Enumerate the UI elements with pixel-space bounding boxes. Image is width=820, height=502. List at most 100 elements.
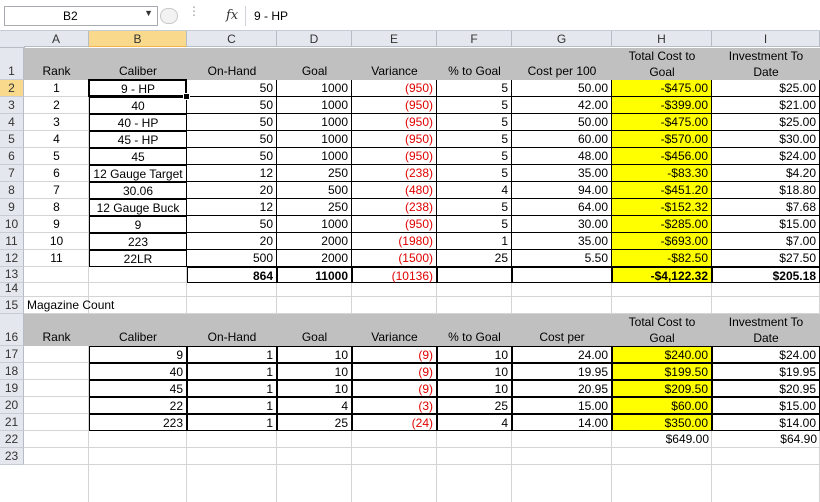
column-header-i[interactable]: I [712,31,820,47]
magazine-total-cost-cell[interactable]: $649.00 [612,431,712,448]
total-cost-cell[interactable]: $199.50 [612,363,712,380]
investment-cell[interactable]: $19.95 [712,363,820,380]
header-cost[interactable]: Cost per 100 [512,48,612,80]
row-header-21[interactable]: 21 [0,414,24,431]
row-header-17[interactable]: 17 [0,346,24,363]
goal-cell[interactable]: 250 [277,199,352,216]
row-header-19[interactable]: 19 [0,380,24,397]
onhand-cell[interactable]: 1 [187,363,277,380]
total-cost-cell[interactable]: $60.00 [612,397,712,414]
cost-cell[interactable]: 50.00 [512,114,612,131]
investment-cell[interactable]: $24.00 [712,346,820,363]
pct-cell[interactable]: 5 [437,148,512,165]
caliber-cell[interactable]: 22LR [89,250,187,267]
select-all-corner[interactable] [0,31,25,48]
header-rank[interactable]: Rank [24,314,89,346]
total-cost-cell[interactable]: -$475.00 [612,80,712,97]
total-cost-cell[interactable]: $350.00 [612,414,712,431]
caliber-cell[interactable]: 22 [89,397,187,414]
variance-cell[interactable]: (950) [352,131,437,148]
cost-cell[interactable]: 14.00 [512,414,612,431]
caliber-cell[interactable]: 9 - HP [89,80,187,97]
cost-cell[interactable]: 24.00 [512,346,612,363]
total-cost-cell[interactable]: $240.00 [612,346,712,363]
pct-cell[interactable]: 5 [437,216,512,233]
rank-cell[interactable]: 1 [24,80,89,97]
rank-cell[interactable]: 8 [24,199,89,216]
cost-cell[interactable]: 60.00 [512,131,612,148]
caliber-cell[interactable]: 223 [89,414,187,431]
investment-cell[interactable]: $7.68 [712,199,820,216]
pct-cell[interactable]: 25 [437,397,512,414]
goal-cell[interactable]: 250 [277,165,352,182]
header-rank[interactable]: Rank [24,48,89,80]
caliber-cell[interactable]: 45 [89,148,187,165]
header-caliber[interactable]: Caliber [89,48,187,80]
investment-cell[interactable]: $25.00 [712,114,820,131]
caliber-cell[interactable]: 40 - HP [89,114,187,131]
row-header-8[interactable]: 8 [0,182,24,199]
column-header-a[interactable]: A [24,31,89,47]
header-onhand[interactable]: On-Hand [187,314,277,346]
total-cost-cell[interactable]: -$451.20 [612,182,712,199]
caliber-cell[interactable]: 12 Gauge Target [89,165,187,182]
investment-cell[interactable]: $25.00 [712,80,820,97]
fill-handle[interactable] [183,93,190,100]
onhand-cell[interactable]: 50 [187,131,277,148]
header-variance[interactable]: Variance [352,314,437,346]
column-header-g[interactable]: G [512,31,612,47]
variance-cell[interactable]: (238) [352,165,437,182]
total-cost-cell[interactable]: -$456.00 [612,148,712,165]
goal-cell[interactable]: 500 [277,182,352,199]
caliber-cell[interactable]: 40 [89,363,187,380]
formula-input[interactable]: 9 - HP [245,6,819,26]
cost-cell[interactable]: 20.95 [512,380,612,397]
onhand-cell[interactable]: 1 [187,397,277,414]
cost-cell[interactable]: 42.00 [512,97,612,114]
row-header-7[interactable]: 7 [0,165,24,182]
grand-investment-cell[interactable]: $205.18 [712,267,820,283]
total-cost-cell[interactable]: -$693.00 [612,233,712,250]
column-header-b[interactable]: B [89,31,187,47]
rank-cell[interactable]: 4 [24,131,89,148]
total-cost-cell[interactable]: -$570.00 [612,131,712,148]
cost-cell[interactable]: 5.50 [512,250,612,267]
total-cost-cell[interactable]: $209.50 [612,380,712,397]
investment-cell[interactable]: $18.80 [712,182,820,199]
header-total[interactable]: Total Cost to Goal [612,48,712,80]
rank-cell[interactable]: 7 [24,182,89,199]
investment-cell[interactable]: $21.00 [712,97,820,114]
pct-cell[interactable]: 5 [437,165,512,182]
caliber-cell[interactable]: 9 [89,346,187,363]
column-header-f[interactable]: F [437,31,512,47]
chevron-down-icon[interactable]: ▼ [144,8,153,18]
cost-cell[interactable]: 48.00 [512,148,612,165]
row-header-20[interactable]: 20 [0,397,24,414]
caliber-cell[interactable]: 30.06 [89,182,187,199]
header-pct[interactable]: % to Goal [437,314,512,346]
empty-cell[interactable] [437,267,512,283]
goal-cell[interactable]: 2000 [277,250,352,267]
goal-cell[interactable]: 1000 [277,131,352,148]
investment-cell[interactable]: $27.50 [712,250,820,267]
investment-cell[interactable]: $30.00 [712,131,820,148]
onhand-cell[interactable]: 50 [187,97,277,114]
header-goal[interactable]: Goal [277,48,352,80]
row-header-12[interactable]: 12 [0,250,24,267]
variance-cell[interactable]: (9) [352,346,437,363]
goal-cell[interactable]: 1000 [277,97,352,114]
magazine-investment-cell[interactable]: $64.90 [712,431,820,448]
insert-function-icon[interactable]: fx [226,8,238,23]
grand-total-cost-cell[interactable]: -$4,122.32 [612,267,712,283]
total-onhand-cell[interactable]: 864 [187,267,277,283]
rank-cell[interactable]: 5 [24,148,89,165]
variance-cell[interactable]: (1500) [352,250,437,267]
variance-cell[interactable]: (950) [352,97,437,114]
onhand-cell[interactable]: 50 [187,216,277,233]
caliber-cell[interactable]: 9 [89,216,187,233]
investment-cell[interactable]: $20.95 [712,380,820,397]
variance-cell[interactable]: (950) [352,148,437,165]
goal-cell[interactable]: 1000 [277,216,352,233]
name-box[interactable]: B2 ▼ [4,6,158,26]
header-invest[interactable]: Investment To Date [712,314,820,346]
